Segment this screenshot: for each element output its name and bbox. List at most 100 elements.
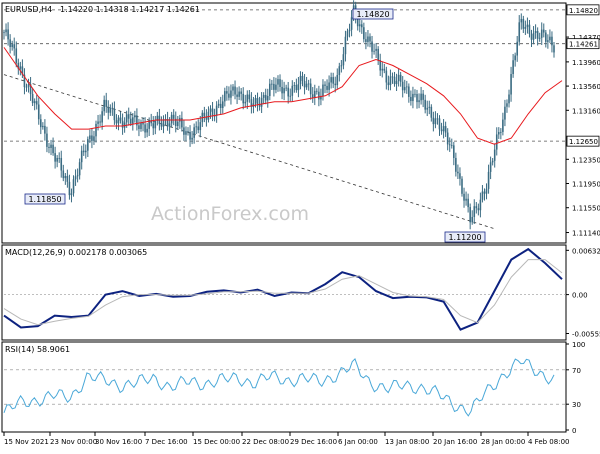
candle-body <box>512 60 514 75</box>
candle-body <box>336 75 339 86</box>
candle-body <box>332 77 334 84</box>
candle-body <box>483 191 486 194</box>
candle-body <box>33 101 36 104</box>
candle-body <box>199 122 202 131</box>
candle-body <box>514 55 516 61</box>
candle-body <box>448 144 451 146</box>
candle-body <box>536 31 539 39</box>
x-tick-label: 4 Feb 08:00 <box>528 438 569 446</box>
candle-body <box>551 36 553 46</box>
rsi-label: RSI(14) 58.9061 <box>5 345 70 354</box>
candle-body <box>450 145 453 147</box>
x-tick-label: 7 Dec 16:00 <box>145 438 188 446</box>
candle-body <box>328 82 330 90</box>
candle-body <box>93 136 95 141</box>
candle-body <box>420 93 422 101</box>
candle-body <box>373 50 375 52</box>
candle-body <box>289 95 292 97</box>
candle-body <box>87 139 89 151</box>
candle-body <box>307 83 310 85</box>
candle-body <box>334 83 337 86</box>
candle-body <box>35 101 38 105</box>
candle-body <box>291 85 294 96</box>
price-tag-label: 1.14820 <box>569 7 598 15</box>
candle-body <box>31 94 34 104</box>
candle-body <box>311 94 314 98</box>
candle-body <box>520 18 523 23</box>
x-tick-label: 30 Nov 16:00 <box>95 438 142 446</box>
candle-body <box>455 157 457 172</box>
candle-body <box>532 32 535 40</box>
candle-body <box>491 160 494 163</box>
candle-body <box>342 54 345 66</box>
candle-body <box>489 162 492 172</box>
candle-body <box>528 24 531 34</box>
candle-body <box>9 39 11 48</box>
x-tick-label: 29 Dec 16:00 <box>290 438 337 446</box>
candle-body <box>444 126 447 133</box>
candle-body <box>426 107 429 110</box>
candle-body <box>500 131 502 133</box>
candle-body <box>242 93 245 104</box>
price-y-tick-label: 1.13560 <box>572 83 600 91</box>
candle-body <box>283 88 285 94</box>
candle-body <box>508 94 510 104</box>
candle-body <box>502 119 504 132</box>
candle-body <box>547 40 549 42</box>
candle-body <box>387 82 390 86</box>
candle-body <box>381 68 384 71</box>
candle-body <box>497 132 500 135</box>
candle-body <box>518 22 521 42</box>
candle-body <box>367 36 369 42</box>
candle-body <box>540 29 543 38</box>
candle-body <box>97 121 99 124</box>
candle-body <box>338 66 341 76</box>
candle-body <box>62 170 65 179</box>
candle-body <box>209 108 212 112</box>
candle-body <box>160 123 163 127</box>
candle-body <box>64 175 67 179</box>
candle-body <box>279 79 281 87</box>
candle-body <box>146 128 148 133</box>
candle-body <box>42 125 44 128</box>
candle-body <box>430 106 433 118</box>
x-tick-label: 28 Jan 00:00 <box>481 438 525 446</box>
candle-body <box>215 105 218 116</box>
macd-label: MACD(12,26,9) 0.002178 0.003065 <box>5 248 147 257</box>
candle-body <box>191 137 193 140</box>
candle-body <box>234 86 236 95</box>
candle-body <box>66 175 69 182</box>
candle-body <box>422 93 424 100</box>
candle-body <box>363 27 365 40</box>
candle-body <box>185 131 187 135</box>
candle-body <box>340 65 343 67</box>
candle-body <box>129 118 132 124</box>
candle-body <box>207 111 210 120</box>
candle-body <box>95 123 97 137</box>
candle-body <box>140 122 142 130</box>
candle-body <box>262 94 265 98</box>
candle-body <box>103 99 105 112</box>
candle-body <box>224 91 226 102</box>
candle-body <box>101 111 103 123</box>
price-y-tick-label: 1.13960 <box>572 59 600 67</box>
candle-body <box>52 144 54 154</box>
candle-body <box>553 45 555 53</box>
candle-body <box>471 216 474 223</box>
candle-body <box>56 158 58 162</box>
candle-body <box>405 86 408 88</box>
candle-body <box>5 29 7 33</box>
candle-body <box>397 74 400 81</box>
candle-body <box>285 87 287 89</box>
x-tick-label: 15 Nov 2021 <box>4 438 49 446</box>
candle-body <box>89 135 91 140</box>
price-annotation-label: 1.14820 <box>356 10 389 19</box>
candle-body <box>142 122 144 125</box>
candle-body <box>493 149 496 161</box>
x-tick-label: 15 Dec 00:00 <box>193 438 240 446</box>
candle-body <box>324 84 326 86</box>
x-tick-label: 13 Jan 08:00 <box>385 438 429 446</box>
price-annotation-label: 1.11850 <box>28 195 61 204</box>
candle-body <box>82 150 85 153</box>
candle-body <box>107 106 110 113</box>
